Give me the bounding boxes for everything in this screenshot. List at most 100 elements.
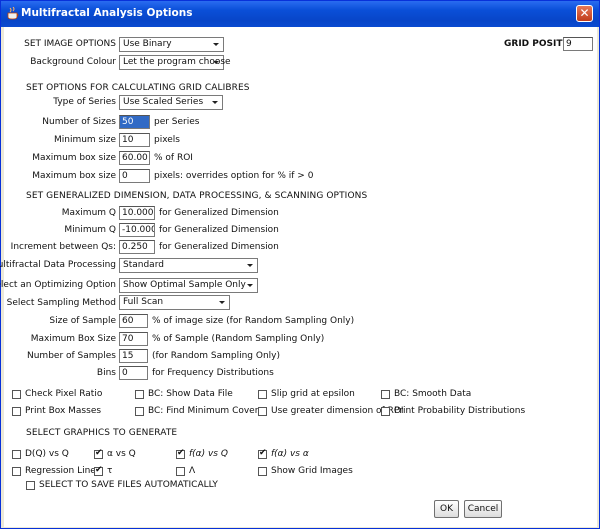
show-grid-images-checkbox[interactable] bbox=[258, 467, 267, 476]
number-of-samples-input[interactable]: 15 bbox=[119, 349, 148, 363]
bc-smooth-data-checkbox[interactable] bbox=[381, 390, 390, 399]
optimizing-option-combo[interactable]: Show Optimal Sample Only bbox=[119, 278, 258, 293]
slip-grid-label: Slip grid at epsilon bbox=[271, 389, 355, 399]
series-type-combo[interactable]: Use Scaled Series bbox=[119, 95, 223, 110]
show-grid-images-label: Show Grid Images bbox=[271, 466, 353, 476]
close-icon: ✕ bbox=[579, 6, 590, 20]
sampling-method-value: Full Scan bbox=[123, 297, 164, 307]
background-colour-combo[interactable]: Let the program choose bbox=[119, 55, 231, 70]
max-box-pixels-label: Maximum box size bbox=[32, 171, 116, 181]
number-of-sizes-label: Number of Sizes bbox=[42, 117, 116, 127]
f-alpha-vs-q-label: f(α) vs Q bbox=[189, 449, 228, 459]
f-alpha-vs-alpha-label: f(α) vs α bbox=[271, 449, 309, 459]
alpha-vs-q-label: α vs Q bbox=[107, 449, 136, 459]
title-bar[interactable]: Multifractal Analysis Options ✕ bbox=[1, 1, 599, 27]
sampling-method-combo[interactable]: Full Scan bbox=[119, 295, 230, 310]
q-increment-unit: for Generalized Dimension bbox=[159, 242, 279, 252]
optimizing-option-label: Select an Optimizing Option bbox=[0, 280, 116, 290]
check-pixel-ratio-label: Check Pixel Ratio bbox=[25, 389, 103, 399]
print-prob-dist-label: Print Probability Distributions bbox=[394, 406, 526, 416]
chevron-down-icon bbox=[213, 43, 219, 46]
bins-input[interactable]: 0 bbox=[119, 366, 148, 380]
max-box-sample-unit: % of Sample (Random Sampling Only) bbox=[152, 334, 325, 344]
options-panel: SET IMAGE OPTIONS Use Binary GRID POSITI… bbox=[0, 27, 597, 527]
f-alpha-vs-alpha-checkbox[interactable] bbox=[258, 448, 267, 459]
number-of-sizes-unit: per Series bbox=[154, 117, 200, 127]
data-processing-value: Standard bbox=[123, 260, 164, 270]
series-type-label: Type of Series bbox=[53, 97, 116, 107]
maximum-q-unit: for Generalized Dimension bbox=[159, 208, 279, 218]
max-box-pixels-input[interactable]: 0 bbox=[119, 169, 150, 183]
print-box-masses-checkbox[interactable] bbox=[12, 407, 21, 416]
save-files-label: SELECT TO SAVE FILES AUTOMATICALLY bbox=[39, 480, 218, 490]
max-box-pixels-unit: pixels: overrides option for % if > 0 bbox=[154, 171, 314, 181]
tau-checkbox[interactable] bbox=[94, 465, 103, 476]
max-box-sample-input[interactable]: 70 bbox=[119, 332, 148, 346]
set-image-combo[interactable]: Use Binary bbox=[119, 37, 224, 52]
dq-vs-q-label: D(Q) vs Q bbox=[25, 449, 69, 459]
bins-unit: for Frequency Distributions bbox=[152, 368, 274, 378]
minimum-size-input[interactable]: 10 bbox=[119, 133, 150, 147]
close-button[interactable]: ✕ bbox=[576, 5, 593, 22]
set-image-value: Use Binary bbox=[123, 39, 172, 49]
number-of-samples-label: Number of Samples bbox=[27, 351, 116, 361]
bc-find-min-cover-checkbox[interactable] bbox=[135, 407, 144, 416]
minimum-size-label: Minimum size bbox=[53, 135, 116, 145]
background-colour-label: Background Colour bbox=[30, 57, 116, 67]
sample-size-label: Size of Sample bbox=[49, 316, 116, 326]
max-box-sample-label: Maximum Box Size bbox=[30, 334, 116, 344]
minimum-q-input[interactable]: -10.000 bbox=[119, 223, 155, 237]
q-increment-label: Increment between Qs: bbox=[10, 242, 116, 252]
chevron-down-icon bbox=[213, 61, 219, 64]
sample-size-input[interactable]: 60 bbox=[119, 314, 148, 328]
java-cup-icon bbox=[7, 7, 19, 20]
minimum-q-label: Minimum Q bbox=[64, 225, 116, 235]
lambda-label: Λ bbox=[189, 466, 196, 476]
window-title: Multifractal Analysis Options bbox=[21, 7, 193, 19]
max-box-percent-input[interactable]: 60.00 bbox=[119, 151, 150, 165]
regression-lines-checkbox[interactable] bbox=[12, 467, 21, 476]
bc-show-data-file-label: BC: Show Data File bbox=[148, 389, 233, 399]
minimum-size-unit: pixels bbox=[154, 135, 180, 145]
bins-label: Bins bbox=[96, 368, 116, 378]
cancel-button[interactable]: Cancel bbox=[464, 500, 502, 518]
series-type-value: Use Scaled Series bbox=[123, 97, 204, 107]
maximum-q-label: Maximum Q bbox=[61, 208, 116, 218]
bc-find-min-cover-label: BC: Find Minimum Cover bbox=[148, 406, 259, 416]
q-increment-input[interactable]: 0.250 bbox=[119, 240, 155, 254]
data-processing-label: Multifractal Data Processing bbox=[0, 260, 116, 270]
alpha-vs-q-checkbox[interactable] bbox=[94, 448, 103, 459]
optimizing-option-value: Show Optimal Sample Only bbox=[123, 280, 246, 290]
grid-positions-input[interactable]: 9 bbox=[563, 37, 593, 51]
number-of-sizes-input[interactable]: 50 bbox=[119, 115, 150, 129]
chevron-down-icon bbox=[212, 101, 218, 104]
sampling-method-label: Select Sampling Method bbox=[6, 298, 116, 308]
use-greater-dim-checkbox[interactable] bbox=[258, 407, 267, 416]
print-prob-dist-checkbox[interactable] bbox=[381, 407, 390, 416]
max-box-percent-unit: % of ROI bbox=[154, 153, 193, 163]
f-alpha-vs-q-checkbox[interactable] bbox=[176, 448, 185, 459]
set-image-label: SET IMAGE OPTIONS bbox=[24, 39, 116, 49]
sample-size-unit: % of image size (for Random Sampling Onl… bbox=[152, 316, 355, 326]
lambda-checkbox[interactable] bbox=[176, 467, 185, 476]
minimum-q-unit: for Generalized Dimension bbox=[159, 225, 279, 235]
graphics-heading: SELECT GRAPHICS TO GENERATE bbox=[26, 428, 178, 438]
save-files-checkbox[interactable] bbox=[26, 481, 35, 490]
chevron-down-icon bbox=[247, 284, 253, 287]
ok-button[interactable]: OK bbox=[434, 500, 459, 518]
slip-grid-checkbox[interactable] bbox=[258, 390, 267, 399]
maximum-q-input[interactable]: 10.000 bbox=[119, 206, 155, 220]
data-processing-combo[interactable]: Standard bbox=[119, 258, 258, 273]
generalized-heading: SET GENERALIZED DIMENSION, DATA PROCESSI… bbox=[26, 191, 368, 201]
print-box-masses-label: Print Box Masses bbox=[25, 406, 102, 416]
bc-smooth-data-label: BC: Smooth Data bbox=[394, 389, 472, 399]
grid-calibres-heading: SET OPTIONS FOR CALCULATING GRID CALIBRE… bbox=[26, 83, 250, 93]
regression-lines-label: Regression Lines bbox=[25, 466, 101, 476]
options-dialog: Multifractal Analysis Options ✕ SET IMAG… bbox=[0, 0, 600, 529]
check-pixel-ratio-checkbox[interactable] bbox=[12, 390, 21, 399]
tau-label: τ bbox=[107, 466, 113, 476]
dq-vs-q-checkbox[interactable] bbox=[12, 450, 21, 459]
bc-show-data-file-checkbox[interactable] bbox=[135, 390, 144, 399]
chevron-down-icon bbox=[219, 301, 225, 304]
number-of-samples-unit: (for Random Sampling Only) bbox=[152, 351, 280, 361]
